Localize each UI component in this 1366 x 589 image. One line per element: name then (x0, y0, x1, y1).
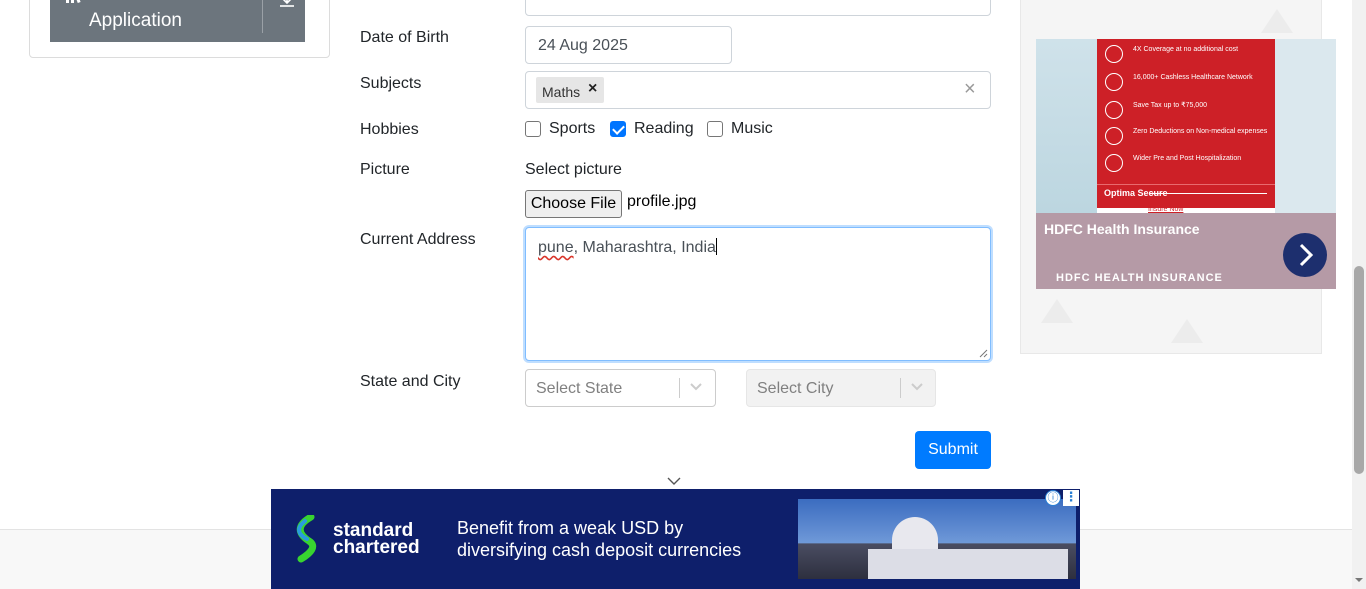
state-select[interactable]: Select State (525, 369, 716, 407)
capitol-body (868, 549, 1068, 579)
address-rest: , Maharashtra, India (573, 239, 716, 256)
city-placeholder: Select City (757, 380, 834, 397)
ad-feature-text: 4X Coverage at no additional cost (1133, 46, 1239, 53)
page-scrollbar[interactable] (1352, 0, 1366, 589)
hobbies-label: Hobbies (360, 121, 419, 138)
ad-banner: HDFC Health Insurance HDFC HEALTH INSURA… (1036, 213, 1336, 289)
current-address-textarea[interactable]: pune, Maharashtra, India (525, 227, 991, 361)
hobby-music-label[interactable]: Music (731, 118, 773, 140)
city-select[interactable]: Select City (746, 369, 936, 407)
state-city-label: State and City (360, 373, 461, 390)
subjects-label: Subjects (360, 75, 422, 92)
chevron-down-icon[interactable] (667, 476, 681, 486)
ad-title[interactable]: HDFC Health Insurance (1044, 221, 1200, 237)
subject-chip: Maths × (536, 77, 604, 103)
ad-brand-line: chartered (333, 537, 420, 558)
book-icon (66, 0, 81, 3)
ad-brand-name: standard chartered (333, 521, 420, 558)
sidebar-item-label: Book Store Application (89, 0, 183, 31)
capitol-building-image (798, 499, 1076, 579)
text-caret (715, 238, 717, 255)
ad-feature-text: 16,000+ Cashless Healthcare Network (1133, 74, 1253, 81)
health-insurance-ad[interactable]: 4X Coverage at no additional cost 16,000… (1036, 39, 1336, 289)
shield-icon (1105, 45, 1123, 63)
picture-note: Select picture (525, 161, 622, 178)
ad-pattern (1261, 9, 1293, 33)
ad-image (1036, 39, 1097, 213)
ad-feature: 16,000+ Cashless Healthcare Network (1105, 73, 1270, 95)
hobby-reading-checkbox[interactable] (610, 121, 626, 137)
hobby-sports-label[interactable]: Sports (549, 118, 595, 140)
chevron-down-icon[interactable] (910, 382, 924, 392)
ad-message-line: Benefit from a weak USD by (457, 518, 684, 538)
page: Book Store Application 1234567890 Date o… (0, 0, 1366, 589)
ad-feature-text: Wider Pre and Post Hospitalization (1133, 155, 1242, 162)
remove-chip-icon[interactable]: × (588, 80, 597, 98)
mobile-value: 1234567890 (538, 0, 627, 5)
dob-value: 24 Aug 2025 (538, 37, 628, 54)
divider (679, 378, 680, 398)
ad-cta-link[interactable]: Insure Now (1148, 206, 1183, 213)
ad-feature-panel: 4X Coverage at no additional cost 16,000… (1097, 39, 1275, 194)
ad-feature: Wider Pre and Post Hospitalization (1105, 154, 1270, 176)
chevron-down-icon[interactable] (689, 382, 703, 392)
subjects-input[interactable]: Maths × × (525, 71, 991, 109)
clear-icon[interactable]: × (964, 78, 976, 101)
ad-message: Benefit from a weak USD by diversifying … (457, 517, 741, 561)
choose-file-button[interactable]: Choose File (525, 190, 622, 218)
address-label: Current Address (360, 231, 476, 248)
submit-button[interactable]: Submit (915, 431, 991, 469)
sidebar-card: Book Store Application (29, 0, 330, 58)
ad-feature: Zero Deductions on Non-medical expenses (1105, 127, 1270, 149)
ad-menu-icon[interactable]: ⋮ (1063, 490, 1079, 506)
scrollbar-thumb[interactable] (1354, 266, 1364, 474)
ad-feature-text: Zero Deductions on Non-medical expenses (1133, 128, 1268, 135)
download-icon[interactable] (278, 0, 296, 11)
ad-slider-line (1149, 193, 1267, 194)
bed-icon (1105, 154, 1123, 172)
hobby-sports-checkbox[interactable] (525, 121, 541, 137)
divider (900, 378, 901, 398)
ad-pattern (1171, 319, 1203, 343)
ad-pattern (1041, 299, 1073, 323)
sidebar-item-book-store[interactable]: Book Store Application (50, 0, 305, 42)
hobby-music-checkbox[interactable] (707, 121, 723, 137)
percent-icon (1105, 127, 1123, 145)
file-name: profile.jpg (627, 193, 697, 210)
ad-info-icon[interactable]: ⓘ (1045, 490, 1061, 506)
ad-feature-text: Save Tax up to ₹75,000 (1133, 102, 1207, 109)
hobby-reading-label[interactable]: Reading (634, 118, 694, 140)
hospital-icon (1105, 73, 1123, 91)
bank-ad[interactable]: standard chartered Benefit from a weak U… (271, 489, 1080, 589)
address-text: pune, Maharashtra, India (538, 238, 717, 257)
ad-feature: 4X Coverage at no additional cost (1105, 45, 1270, 67)
ad-message-line: diversifying cash deposit currencies (457, 540, 742, 560)
resize-grip-icon[interactable] (979, 349, 988, 358)
subject-chip-label: Maths (542, 84, 581, 100)
dob-label: Date of Birth (360, 29, 449, 46)
mobile-field[interactable]: 1234567890 (525, 0, 991, 16)
picture-label: Picture (360, 161, 410, 178)
ad-feature: Save Tax up to ₹75,000 (1105, 101, 1270, 123)
spellcheck-word: pune (538, 239, 574, 256)
arrow-right-icon[interactable] (1283, 233, 1327, 277)
scroll-down-arrow-icon[interactable] (1355, 576, 1363, 584)
ad-brand: HDFC HEALTH INSURANCE (1056, 272, 1223, 284)
divider (262, 0, 263, 33)
dob-input[interactable]: 24 Aug 2025 (525, 26, 732, 64)
state-placeholder: Select State (536, 380, 623, 397)
standard-chartered-logo (296, 515, 317, 563)
tax-icon (1105, 101, 1123, 119)
